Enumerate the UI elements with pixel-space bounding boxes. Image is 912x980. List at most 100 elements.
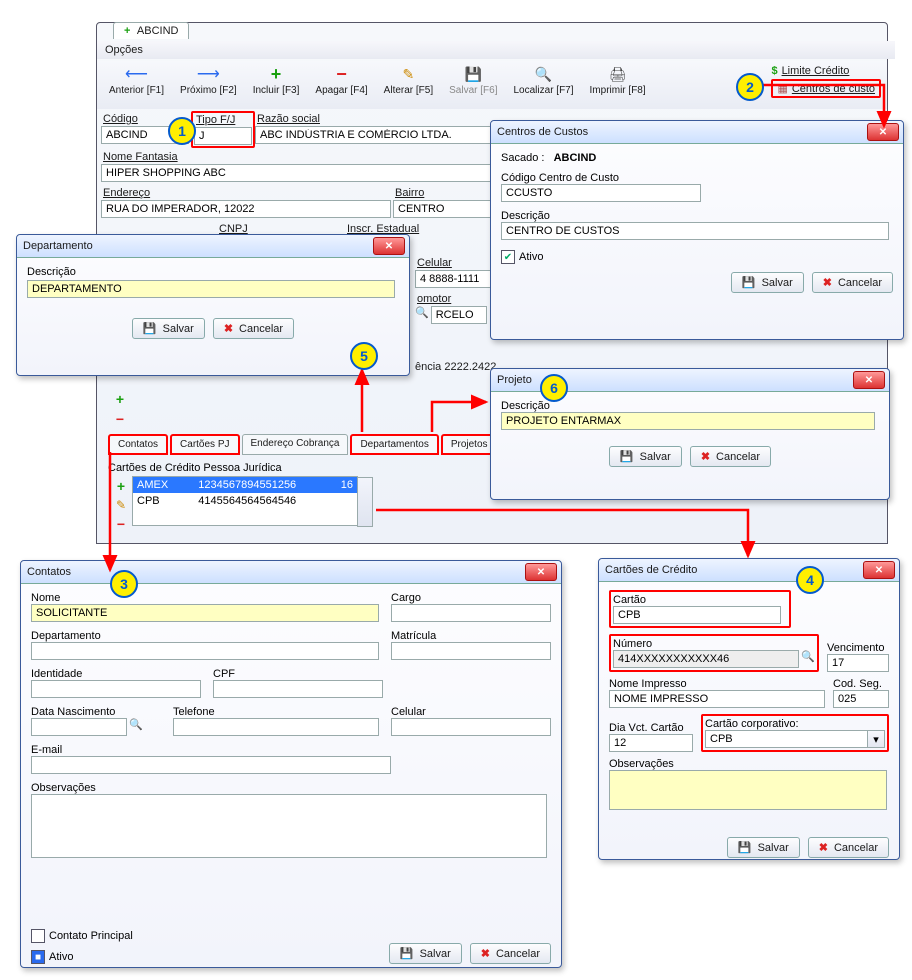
dialog-title: Projeto <box>497 374 532 386</box>
cancelar-button[interactable]: ✖Cancelar <box>213 318 294 339</box>
contato-principal-checkbox[interactable]: Contato Principal <box>31 929 133 943</box>
email-input[interactable] <box>31 756 391 774</box>
descricao-input[interactable] <box>501 222 889 240</box>
label-vencimento: Vencimento <box>827 642 889 654</box>
toolbar-label: Apagar [F4] <box>315 85 367 96</box>
toolbar-localizar[interactable]: 🔍 Localizar [F7] <box>508 65 580 109</box>
close-button[interactable]: ✕ <box>525 563 557 581</box>
telefone-input[interactable] <box>173 718 379 736</box>
cancelar-button[interactable]: ✖Cancelar <box>808 837 889 858</box>
table-row[interactable]: CPB 4145564564564546 <box>133 493 357 509</box>
arrow-left-icon: ⟵ <box>128 65 146 83</box>
cancelar-button[interactable]: ✖Cancelar <box>690 446 771 467</box>
data-nascimento-input[interactable] <box>31 718 127 736</box>
descricao-input[interactable] <box>27 280 395 298</box>
menu-bar: Opções <box>97 41 895 59</box>
dia-vct-input[interactable] <box>609 734 693 752</box>
save-icon: 💾 <box>742 276 756 289</box>
vencimento-input[interactable] <box>827 654 889 672</box>
search-icon[interactable]: 🔍 <box>801 650 815 668</box>
tab-cartoes-pj[interactable]: Cartões PJ <box>170 434 239 455</box>
tipo-input[interactable] <box>194 127 252 145</box>
cod-seg-input[interactable] <box>833 690 889 708</box>
nome-fantasia-input[interactable] <box>101 164 501 182</box>
toolbar-anterior[interactable]: ⟵ Anterior [F1] <box>103 65 170 109</box>
close-button[interactable]: ✕ <box>853 371 885 389</box>
codigo-centro-input[interactable] <box>501 184 701 202</box>
edit-icon[interactable]: ✎ <box>116 498 126 512</box>
salvar-button[interactable]: 💾Salvar <box>731 272 804 293</box>
ativo-checkbox[interactable]: ■ Ativo <box>31 950 73 964</box>
matricula-input[interactable] <box>391 642 551 660</box>
label-promotor: omotor <box>415 293 495 305</box>
search-icon[interactable]: 🔍 <box>415 306 429 324</box>
minus-icon[interactable]: − <box>117 516 125 532</box>
chevron-down-icon[interactable]: ▾ <box>868 730 885 748</box>
cards-panel-title: Cartões de Crédito Pessoa Jurídica <box>108 462 282 474</box>
departamento-input[interactable] <box>31 642 379 660</box>
salvar-button[interactable]: 💾Salvar <box>727 837 800 858</box>
badge-1: 1 <box>168 117 196 145</box>
salvar-button[interactable]: 💾Salvar <box>132 318 205 339</box>
toolbar-alterar[interactable]: ✎ Alterar [F5] <box>378 65 439 109</box>
tab-projetos[interactable]: Projetos <box>441 434 498 455</box>
cartao-corporativo-select[interactable] <box>705 730 868 748</box>
cell-number: 1234567894551256 <box>194 479 332 491</box>
badge-5: 5 <box>350 342 378 370</box>
observacoes-input[interactable] <box>609 770 887 810</box>
bairro-input[interactable] <box>393 200 493 218</box>
nome-impresso-input[interactable] <box>609 690 825 708</box>
label-endereco: Endereço <box>101 187 391 199</box>
centros-custo-link[interactable]: ▦ Centros de custo <box>771 79 881 98</box>
toolbar-incluir[interactable]: + Incluir [F3] <box>247 65 306 109</box>
endereco-input[interactable] <box>101 200 391 218</box>
main-tab[interactable]: + ABCIND <box>113 22 189 39</box>
celular-input[interactable] <box>415 270 495 288</box>
salvar-button[interactable]: 💾Salvar <box>609 446 682 467</box>
plus-icon[interactable]: + <box>117 478 125 494</box>
badge-2: 2 <box>736 73 764 101</box>
menu-opcoes[interactable]: Opções <box>105 44 143 56</box>
scrollbar[interactable] <box>357 477 373 527</box>
search-icon[interactable]: 🔍 <box>129 718 143 736</box>
label-cod-seg: Cod. Seg. <box>833 678 889 690</box>
toolbar-proximo[interactable]: ⟶ Próximo [F2] <box>174 65 243 109</box>
toolbar-imprimir[interactable]: 🖨 Imprimir [F8] <box>584 65 652 109</box>
close-button[interactable]: ✕ <box>373 237 405 255</box>
save-icon: 💾 <box>400 947 414 960</box>
promotor-input[interactable] <box>431 306 487 324</box>
observacoes-input[interactable] <box>31 794 547 858</box>
tab-departamentos[interactable]: Departamentos <box>350 434 438 455</box>
cell-number: 4145564564564546 <box>194 495 332 507</box>
celular-input[interactable] <box>391 718 551 736</box>
main-tab-label: ABCIND <box>137 25 179 37</box>
close-button[interactable]: ✕ <box>867 123 899 141</box>
cartao-input[interactable] <box>613 606 781 624</box>
toolbar-apagar[interactable]: − Apagar [F4] <box>309 65 373 109</box>
cancelar-button[interactable]: ✖Cancelar <box>470 943 551 964</box>
close-button[interactable]: ✕ <box>863 561 895 579</box>
label-nome: Nome <box>31 592 379 604</box>
label-observacoes: Observações <box>609 758 889 770</box>
print-icon: 🖨 <box>609 65 627 83</box>
check-icon: ✔ <box>501 250 515 264</box>
tab-contatos[interactable]: Contatos <box>108 434 168 455</box>
arrow-right-icon: ⟶ <box>199 65 217 83</box>
salvar-button[interactable]: 💾Salvar <box>389 943 462 964</box>
cargo-input[interactable] <box>391 604 551 622</box>
limite-credito-link[interactable]: $ Limite Crédito <box>771 65 849 77</box>
identidade-input[interactable] <box>31 680 201 698</box>
tab-endereco-cobranca[interactable]: Endereço Cobrança <box>242 434 349 455</box>
table-row[interactable]: AMEX 1234567894551256 16 <box>133 477 357 493</box>
cpf-input[interactable] <box>213 680 383 698</box>
label-descricao: Descrição <box>501 400 879 412</box>
minus-icon[interactable]: − <box>116 411 124 427</box>
descricao-input[interactable] <box>501 412 875 430</box>
toolbar-label: Imprimir [F8] <box>590 85 646 96</box>
label-numero: Número <box>613 638 815 650</box>
cancelar-button[interactable]: ✖Cancelar <box>812 272 893 293</box>
nome-input[interactable] <box>31 604 379 622</box>
ativo-checkbox[interactable]: ✔ Ativo <box>501 250 543 264</box>
plus-icon[interactable]: + <box>116 391 124 407</box>
numero-input[interactable] <box>613 650 799 668</box>
